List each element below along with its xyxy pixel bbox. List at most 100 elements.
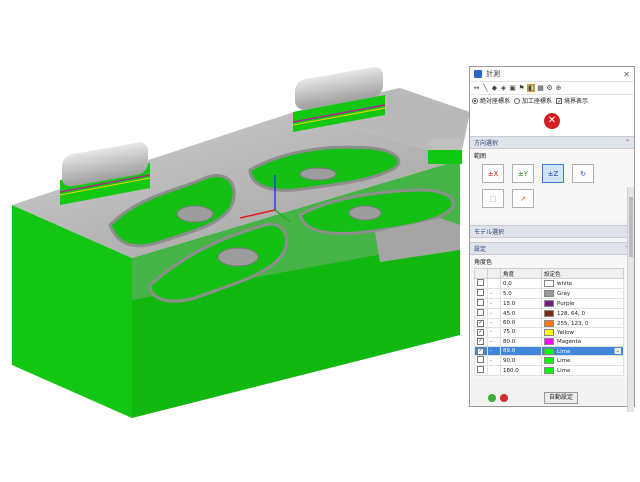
close-icon[interactable]: ✕ (623, 70, 630, 79)
zoom-fit-icon[interactable]: ⬚ (482, 189, 504, 208)
section-title: モデル選択 (474, 229, 505, 236)
measure-icon[interactable]: ◧ (527, 84, 535, 92)
row-color[interactable]: Lime (541, 365, 624, 377)
table-header (474, 268, 488, 279)
row-dash (487, 278, 501, 289)
table-row[interactable]: ✓ -89.0 Lime ⌄ (474, 345, 624, 357)
color-swatch (544, 347, 554, 355)
row-color[interactable]: Gray (541, 288, 624, 299)
row-angle[interactable]: 0.0 (500, 278, 542, 289)
row-checkbox[interactable]: ✓ (474, 345, 488, 357)
row-color[interactable]: 255, 123, 0 (541, 317, 624, 329)
row-checkbox[interactable]: ✓ (474, 327, 488, 338)
boss-far-right (428, 138, 462, 164)
table-row[interactable]: -45.0 128, 64, 0 (474, 308, 624, 319)
boundary-checkbox[interactable]: ✓ 境界表示 (556, 96, 588, 105)
row-angle[interactable]: 180.0 (500, 365, 542, 377)
color-swatch (544, 367, 554, 375)
direction-section-body: 範囲 ±X ±Y ±Z ↻ ⬚ ↗ (470, 149, 634, 221)
settings-icon[interactable]: ⚙ (546, 84, 553, 92)
color-label: Lime (557, 368, 571, 375)
row-checkbox[interactable]: ✓ (474, 317, 488, 329)
chevron-down-icon[interactable]: ⌄ (613, 347, 621, 354)
row-color[interactable]: Yellow (541, 327, 624, 338)
color-label: Purple (557, 301, 575, 307)
table-icon[interactable]: ▦ (537, 84, 544, 92)
row-dash: - (487, 288, 501, 299)
ok-button[interactable] (488, 394, 496, 402)
row-angle[interactable]: 90.0 (500, 355, 542, 367)
direction-x-button[interactable]: ±X (482, 164, 504, 183)
scrollbar-thumb[interactable] (629, 197, 633, 257)
table-row[interactable]: -15.0 Purple (474, 298, 624, 309)
row-dash: - (487, 345, 501, 357)
row-angle[interactable]: 80.0 (500, 336, 542, 347)
collapse-icon[interactable]: ⌃ (625, 139, 630, 146)
color-swatch (544, 290, 554, 297)
settings-section-header[interactable]: 設定 ⌃ (470, 242, 634, 255)
row-color[interactable]: Magenta (541, 336, 624, 347)
row-color[interactable]: 128, 64, 0 (541, 308, 624, 319)
color-label: 128, 64, 0 (557, 311, 585, 317)
row-angle[interactable]: 15.0 (500, 298, 542, 309)
row-checkbox[interactable] (474, 278, 488, 289)
auto-setting-button[interactable]: 自動設定 (544, 392, 579, 404)
table-row[interactable]: -5.0 Gray (474, 288, 624, 299)
color-swatch (544, 319, 554, 327)
row-color[interactable]: Lime ⌄ (541, 345, 624, 357)
row-angle[interactable]: 75.0 (500, 327, 542, 338)
row-checkbox[interactable] (474, 288, 488, 299)
measure-panel: 計測 ✕ ↔ ╲ ◆ ◈ ▣ ⚑ ◧ ▦ ⚙ ⊕ 絶対座標系 加工座標系 ✓ 境界… (469, 66, 635, 412)
table-row[interactable]: 180.0 Lime (474, 365, 624, 377)
row-checkbox[interactable] (474, 308, 488, 319)
row-angle[interactable]: 45.0 (500, 308, 542, 319)
color-swatch (544, 310, 554, 317)
app-icon (474, 70, 482, 78)
plane-icon[interactable]: ◆ (491, 84, 498, 92)
table-row[interactable]: -90.0 Lime (474, 355, 624, 367)
axis-line-icon[interactable]: ↔ (473, 84, 480, 92)
row-angle[interactable]: 89.0 (500, 345, 542, 357)
row-checkbox[interactable] (474, 298, 488, 309)
radio-machining[interactable]: 加工座標系 (514, 96, 552, 105)
panel-scrollbar[interactable] (627, 187, 634, 412)
row-angle[interactable]: 60.0 (500, 317, 542, 329)
row-checkbox[interactable] (474, 365, 488, 377)
row-dash: - (487, 355, 501, 367)
row-dash (487, 365, 501, 377)
row-color[interactable]: Lime (541, 355, 624, 367)
row-angle[interactable]: 5.0 (500, 288, 542, 299)
table-row[interactable]: ✓ -60.0 255, 123, 0 (474, 317, 624, 329)
direction-y-button[interactable]: ±Y (512, 164, 534, 183)
stop-button[interactable]: ✕ (544, 113, 560, 129)
panel-titlebar: 計測 ✕ (470, 67, 634, 82)
arrow-icon[interactable]: ↗ (512, 189, 534, 208)
box-icon[interactable]: ▣ (509, 84, 516, 92)
section-title: 設定 (474, 246, 487, 253)
radio-absolute[interactable]: 絶対座標系 (472, 96, 510, 105)
row-color[interactable]: white (541, 278, 624, 289)
panel-title: 計測 (486, 70, 500, 78)
direction-section-header[interactable]: 方向選択 ⌃ (470, 136, 634, 149)
flag-icon[interactable]: ⚑ (518, 84, 525, 92)
solid-icon[interactable]: ◈ (500, 84, 507, 92)
radio-dot (472, 97, 478, 104)
row-checkbox[interactable]: ✓ (474, 336, 488, 347)
color-swatch (544, 300, 554, 307)
color-label: Gray (557, 291, 571, 297)
line-icon[interactable]: ╲ (482, 84, 489, 92)
direction-buttons: ±X ±Y ±Z ↻ ⬚ ↗ (482, 164, 630, 208)
model-section-header[interactable]: モデル選択 ⌄ (470, 225, 634, 238)
zoom-icon[interactable]: ⊕ (555, 84, 562, 92)
table-row[interactable]: ✓ -75.0 Yellow (474, 327, 624, 338)
color-label: white (557, 281, 573, 287)
color-swatch (544, 338, 554, 346)
row-checkbox[interactable] (474, 355, 488, 367)
direction-z-button[interactable]: ±Z (542, 164, 564, 183)
table-header-row: 角度 設定色 (474, 268, 624, 279)
row-color[interactable]: Purple (541, 298, 624, 309)
rotate-icon[interactable]: ↻ (572, 164, 594, 183)
cancel-button[interactable] (500, 394, 508, 402)
table-row[interactable]: 0.0 white (474, 278, 624, 289)
table-row[interactable]: ✓ -80.0 Magenta (474, 336, 624, 347)
